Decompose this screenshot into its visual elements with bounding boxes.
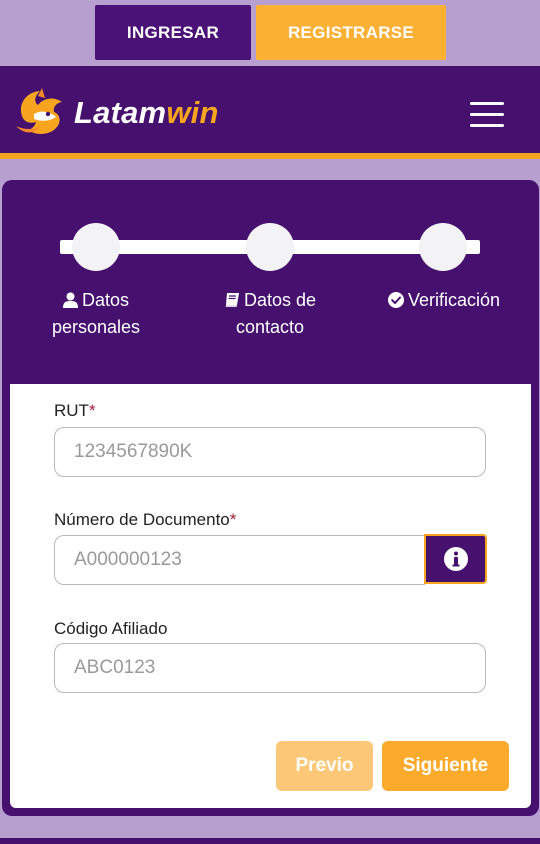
hamburger-menu-icon[interactable]: [470, 102, 504, 128]
brand-logo[interactable]: Latamwin: [12, 86, 219, 140]
step-dot-contact[interactable]: [246, 223, 294, 271]
step-personal-line1: Datos: [81, 290, 130, 310]
step-dot-verification[interactable]: [419, 223, 467, 271]
register-button[interactable]: REGISTRARSE: [256, 5, 446, 60]
brand-name-part2: win: [166, 95, 219, 130]
next-button[interactable]: Siguiente: [382, 741, 509, 791]
document-required-mark: *: [229, 510, 237, 529]
login-button[interactable]: INGRESAR: [95, 5, 251, 60]
info-icon: [443, 547, 468, 571]
document-number-input[interactable]: [54, 535, 425, 585]
book-icon: [225, 293, 239, 307]
fox-logo-icon: [16, 88, 62, 134]
rut-required-mark: *: [88, 401, 96, 420]
rut-input[interactable]: [54, 427, 486, 477]
check-circle-icon: [387, 292, 404, 308]
affiliate-code-input[interactable]: [54, 643, 486, 693]
step-contact-line2: contacto: [235, 317, 305, 337]
step-dot-personal[interactable]: [72, 223, 120, 271]
footer-strip: [0, 838, 540, 844]
document-label: Número de Documento*: [54, 510, 237, 529]
step-personal-line2: personales: [51, 317, 141, 337]
user-icon: [62, 292, 78, 308]
top-action-bar: INGRESAR REGISTRARSE: [0, 0, 540, 66]
step-label-contact: Datos de contacto: [205, 287, 335, 341]
document-info-button[interactable]: [424, 534, 487, 584]
affiliate-label: Código Afiliado: [54, 619, 168, 638]
rut-label: RUT*: [54, 401, 96, 420]
brand-name-part1: Latam: [74, 95, 167, 130]
step-verification-line1: Verificación: [407, 290, 501, 310]
step-label-verification: Verificación: [378, 287, 510, 314]
step-label-personal: Datos personales: [36, 287, 156, 341]
previous-button[interactable]: Previo: [276, 741, 373, 791]
step-contact-line1: Datos de: [243, 290, 317, 310]
navbar: Latamwin: [0, 66, 540, 159]
